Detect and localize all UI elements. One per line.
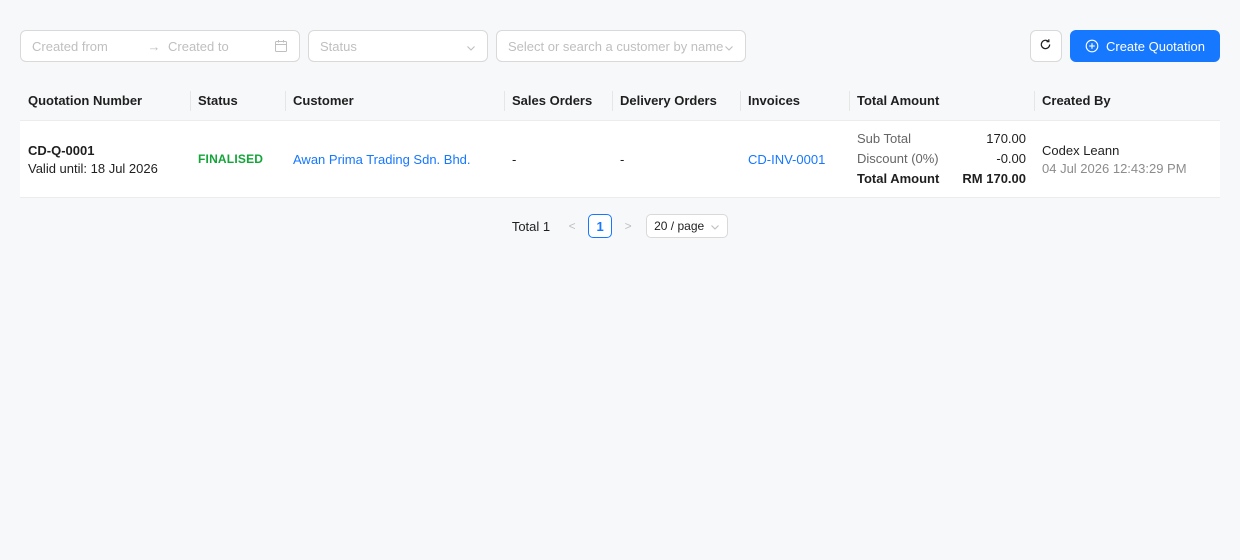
valid-until: Valid until: 18 Jul 2026: [28, 160, 158, 176]
column-header-quotation-number: Quotation Number: [28, 93, 143, 108]
quotations-page: Created from → Created to Status Select …: [0, 0, 1240, 560]
status-select[interactable]: Status: [308, 30, 488, 62]
column-header-total-amount: Total Amount: [849, 81, 1034, 121]
customer-link[interactable]: Awan Prima Trading Sdn. Bhd.: [293, 152, 504, 167]
total-label: Total Amount: [857, 171, 940, 186]
chevron-down-icon: [466, 41, 476, 51]
page-size-select[interactable]: 20 / page: [646, 214, 729, 238]
pagination-total: Total 1: [511, 218, 551, 234]
create-quotation-label: Create Quotation: [1105, 38, 1205, 54]
created-by-cell: Codex Leann 04 Jul 2026 12:43:29 PM: [1034, 121, 1220, 197]
page-size-value: 20 / page: [654, 219, 705, 233]
next-page-button[interactable]: >: [616, 214, 640, 238]
refresh-button[interactable]: [1029, 30, 1062, 62]
invoice-link[interactable]: CD-INV-0001: [748, 152, 849, 167]
customer-cell: Awan Prima Trading Sdn. Bhd.: [285, 121, 504, 197]
total-line: Total Amount RM 170.00: [857, 169, 1026, 189]
prev-page-button[interactable]: <: [560, 214, 584, 238]
total-value: RM 170.00: [962, 171, 1026, 186]
status-select-placeholder: Status: [320, 38, 357, 54]
quotation-number[interactable]: CD-Q-0001: [28, 143, 190, 158]
created-to-input[interactable]: Created to: [168, 39, 274, 54]
column-header-status: Status: [190, 81, 285, 121]
status-badge: FINALISED: [198, 152, 264, 166]
sub-total-label: Sub Total: [857, 131, 911, 146]
chevron-down-icon: [724, 41, 734, 51]
invoices-cell: CD-INV-0001: [740, 121, 849, 197]
discount-label: Discount (0%): [857, 151, 939, 166]
page-item-1[interactable]: 1: [588, 214, 613, 238]
status-cell: FINALISED: [190, 121, 285, 197]
created-from-input[interactable]: Created from: [32, 39, 142, 54]
discount-value: -0.00: [996, 151, 1026, 166]
quotation-number-cell: CD-Q-0001 Valid until: 18 Jul 2026: [20, 121, 190, 197]
table-row[interactable]: CD-Q-0001 Valid until: 18 Jul 2026 FINAL…: [20, 121, 1220, 198]
discount-line: Discount (0%) -0.00: [857, 149, 1026, 169]
plus-circle-icon: [1085, 39, 1099, 53]
customer-select[interactable]: Select or search a customer by name: [496, 30, 746, 62]
table-header: Quotation Number Status Customer Sales O…: [20, 81, 1220, 121]
quotations-table: Quotation Number Status Customer Sales O…: [20, 81, 1220, 198]
sub-total-value: 170.00: [986, 131, 1026, 146]
column-header-invoices: Invoices: [740, 81, 849, 121]
customer-select-placeholder: Select or search a customer by name: [508, 38, 724, 54]
create-quotation-button[interactable]: Create Quotation: [1069, 30, 1220, 62]
calendar-icon: [274, 39, 288, 53]
column-header-sales-orders: Sales Orders: [504, 81, 612, 121]
column-header-delivery-orders: Delivery Orders: [612, 81, 740, 121]
delivery-orders-value: -: [620, 151, 625, 167]
created-by-name: Codex Leann: [1042, 142, 1120, 158]
column-header-created-by: Created By: [1034, 81, 1220, 121]
created-at: 04 Jul 2026 12:43:29 PM: [1042, 160, 1187, 176]
created-date-range[interactable]: Created from → Created to: [20, 30, 300, 62]
delivery-orders-cell: -: [612, 121, 740, 197]
total-amount-cell: Sub Total 170.00 Discount (0%) -0.00 Tot…: [849, 121, 1034, 197]
column-header-customer: Customer: [285, 81, 504, 121]
range-arrow-icon: →: [147, 38, 161, 54]
sub-total-line: Sub Total 170.00: [857, 129, 1026, 149]
sales-orders-cell: -: [504, 121, 612, 197]
pagination: Total 1 < 1 > 20 / page: [20, 214, 1220, 238]
sales-orders-value: -: [512, 151, 517, 167]
refresh-icon: [1039, 38, 1052, 54]
filter-toolbar: Created from → Created to Status Select …: [20, 30, 1220, 62]
chevron-down-icon: [710, 221, 720, 231]
table-body: CD-Q-0001 Valid until: 18 Jul 2026 FINAL…: [20, 121, 1220, 198]
